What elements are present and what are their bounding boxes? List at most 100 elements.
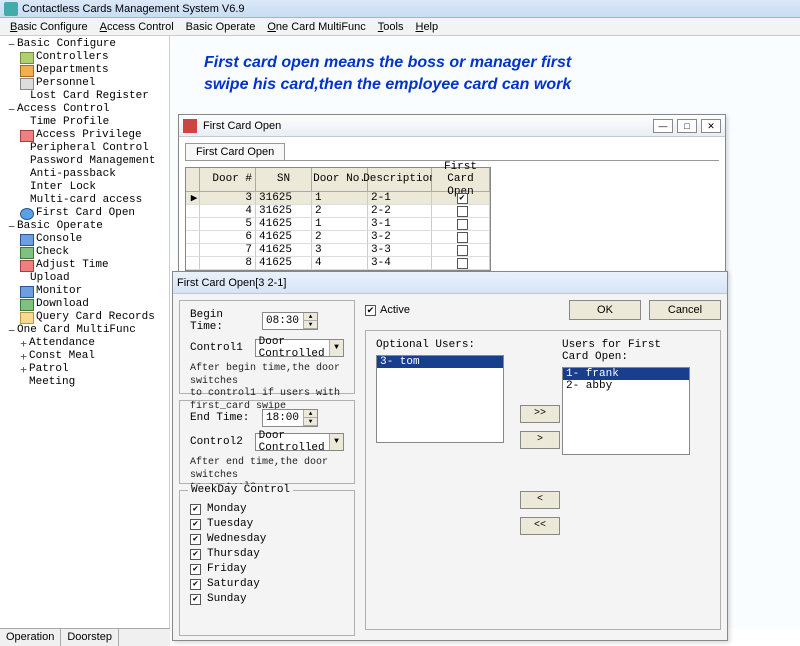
maximize-button[interactable]: □ xyxy=(677,119,697,133)
tree-one-card-multifunc[interactable]: One Card MultiFunc xyxy=(17,324,136,337)
controllers-icon xyxy=(20,52,34,64)
tree-access-control[interactable]: Access Control xyxy=(17,103,109,116)
sunday-checkbox[interactable] xyxy=(190,594,201,605)
nav-tree: −Basic Configure Controllers Departments… xyxy=(0,36,170,628)
tree-basic-operate[interactable]: Basic Operate xyxy=(17,220,103,233)
query-icon xyxy=(20,312,34,324)
active-checkbox[interactable] xyxy=(365,305,376,316)
tree-time-profile[interactable]: Time Profile xyxy=(30,116,109,129)
table-row[interactable]: 84162543-4 xyxy=(186,257,490,270)
col-description[interactable]: Description xyxy=(368,168,432,192)
access-privilege-icon xyxy=(20,130,34,142)
personnel-icon xyxy=(20,78,34,90)
control2-select[interactable]: Door Controlled▼ xyxy=(255,433,344,451)
tree-adjust-time[interactable]: Adjust Time xyxy=(36,259,109,272)
menu-access-control[interactable]: Access Control xyxy=(100,21,174,33)
row-fco-checkbox[interactable] xyxy=(457,206,468,217)
control1-select[interactable]: Door Controlled▼ xyxy=(255,339,344,357)
close-button[interactable]: ✕ xyxy=(701,119,721,133)
friday-checkbox[interactable] xyxy=(190,564,201,575)
tree-anti-passback[interactable]: Anti-passback xyxy=(30,168,116,181)
begin-time-label: Begin Time: xyxy=(190,309,256,333)
move-all-left-button[interactable]: << xyxy=(520,517,560,535)
tab-doorstep[interactable]: Doorstep xyxy=(61,629,119,646)
row-fco-checkbox[interactable] xyxy=(457,193,468,204)
app-icon xyxy=(4,2,18,16)
monday-checkbox[interactable] xyxy=(190,504,201,515)
row-fco-checkbox[interactable] xyxy=(457,258,468,269)
col-sn[interactable]: SN xyxy=(256,168,312,192)
tree-multi-card-access[interactable]: Multi-card access xyxy=(30,194,142,207)
menu-help[interactable]: Help xyxy=(415,21,438,33)
wednesday-checkbox[interactable] xyxy=(190,534,201,545)
list-item[interactable]: 2- abby xyxy=(563,380,689,392)
table-row[interactable]: 74162533-3 xyxy=(186,244,490,257)
ok-button[interactable]: OK xyxy=(569,300,641,320)
tree-personnel[interactable]: Personnel xyxy=(36,77,95,90)
col-door-num[interactable]: Door # xyxy=(200,168,256,192)
saturday-checkbox[interactable] xyxy=(190,579,201,590)
list-item[interactable]: 1- frank xyxy=(563,368,689,380)
main-titlebar: Contactless Cards Management System V6.9 xyxy=(0,0,800,18)
menu-tools[interactable]: Tools xyxy=(378,21,404,33)
tree-attendance[interactable]: Attendance xyxy=(29,337,95,350)
move-all-right-button[interactable]: >> xyxy=(520,405,560,423)
tree-peripheral-control[interactable]: Peripheral Control xyxy=(30,142,149,155)
move-left-button[interactable]: < xyxy=(520,491,560,509)
end-time-label: End Time: xyxy=(190,412,256,424)
tree-inter-lock[interactable]: Inter Lock xyxy=(30,181,96,194)
list-item[interactable]: 3- tom xyxy=(377,356,503,368)
row-fco-checkbox[interactable] xyxy=(457,232,468,243)
table-row[interactable]: 64162523-2 xyxy=(186,231,490,244)
monitor-icon xyxy=(20,286,34,298)
table-row[interactable]: 43162522-2 xyxy=(186,205,490,218)
optional-users-list[interactable]: 3- tom xyxy=(376,355,504,443)
tree-monitor[interactable]: Monitor xyxy=(36,285,82,298)
doors-grid: Door # SN Door No. Description First Car… xyxy=(185,167,491,271)
tree-download[interactable]: Download xyxy=(36,298,89,311)
tab-first-card-open[interactable]: First Card Open xyxy=(185,143,285,160)
tuesday-checkbox[interactable] xyxy=(190,519,201,530)
tree-check[interactable]: Check xyxy=(36,246,69,259)
thursday-checkbox[interactable] xyxy=(190,549,201,560)
control2-label: Control2 xyxy=(190,436,249,448)
tree-query-card-records[interactable]: Query Card Records xyxy=(36,311,155,324)
minimize-button[interactable]: — xyxy=(653,119,673,133)
annotation-text: First card open means the boss or manage… xyxy=(204,52,571,97)
table-row[interactable]: ▶33162512-1 xyxy=(186,192,490,205)
row-fco-checkbox[interactable] xyxy=(457,245,468,256)
tree-first-card-open[interactable]: First Card Open xyxy=(36,207,135,220)
bottom-tabs: Operation Doorstep xyxy=(0,628,170,646)
edit-dialog-title: First Card Open[3 2-1] xyxy=(177,277,286,289)
cancel-button[interactable]: Cancel xyxy=(649,300,721,320)
download-icon xyxy=(20,299,34,311)
tree-console[interactable]: Console xyxy=(36,233,82,246)
move-right-button[interactable]: > xyxy=(520,431,560,449)
tree-lost-card-register[interactable]: Lost Card Register xyxy=(30,90,149,103)
col-first-card-open[interactable]: First Card Open xyxy=(432,168,490,192)
active-label: Active xyxy=(380,304,410,316)
tree-password-management[interactable]: Password Management xyxy=(30,155,155,168)
app-title: Contactless Cards Management System V6.9 xyxy=(22,3,245,15)
menu-one-card-multifunc[interactable]: One Card MultiFunc xyxy=(267,21,365,33)
tree-access-privilege[interactable]: Access Privilege xyxy=(36,129,142,142)
first-card-open-icon xyxy=(20,208,34,220)
tree-controllers[interactable]: Controllers xyxy=(36,51,109,64)
tree-basic-configure[interactable]: Basic Configure xyxy=(17,38,116,51)
col-door-no[interactable]: Door No. xyxy=(312,168,368,192)
tree-meeting[interactable]: Meeting xyxy=(29,376,75,389)
menu-basic-operate[interactable]: Basic Operate xyxy=(186,21,256,33)
tree-departments[interactable]: Departments xyxy=(36,64,109,77)
tree-const-meal[interactable]: Const Meal xyxy=(29,350,95,363)
menu-basic-configure[interactable]: BBasic Configureasic Configure xyxy=(10,21,88,33)
first-card-open-title: First Card Open xyxy=(203,120,281,132)
tree-patrol[interactable]: Patrol xyxy=(29,363,69,376)
adjust-time-icon xyxy=(20,260,34,272)
end-time-input[interactable]: 18:00▲▼ xyxy=(262,409,318,427)
table-row[interactable]: 54162513-1 xyxy=(186,218,490,231)
tab-operation[interactable]: Operation xyxy=(0,629,61,646)
fco-users-list[interactable]: 1- frank 2- abby xyxy=(562,367,690,455)
tree-upload[interactable]: Upload xyxy=(30,272,70,285)
begin-time-input[interactable]: 08:30▲▼ xyxy=(262,312,318,330)
row-fco-checkbox[interactable] xyxy=(457,219,468,230)
